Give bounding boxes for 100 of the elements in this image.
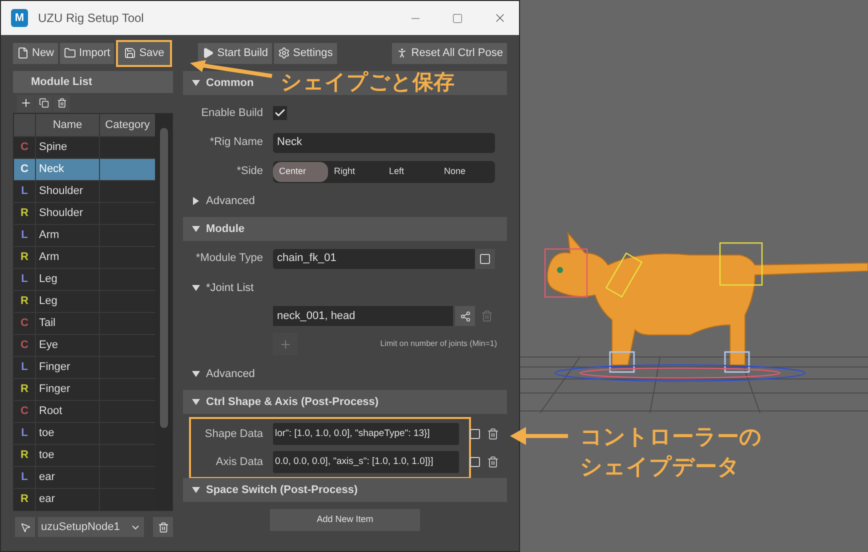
section-title: Common [206, 76, 254, 91]
section-title: Ctrl Shape & Axis (Post-Process) [206, 394, 379, 410]
collapsed-triangle-icon[interactable] [191, 196, 201, 206]
section-header[interactable]: Ctrl Shape & Axis (Post-Process) [183, 390, 507, 414]
text-field[interactable]: chain_fk_01 [273, 248, 475, 268]
browse-button[interactable] [467, 426, 483, 442]
field-label: Enable Build [201, 106, 263, 121]
plus-icon [278, 338, 292, 350]
field-label: *Module Type [196, 251, 263, 266]
annotation-text: コントローラーの シェイプデータ [580, 423, 762, 481]
field-label: Axis Data [216, 454, 263, 470]
side-letter: R [20, 492, 28, 508]
subsection-header[interactable]: Advanced [183, 359, 507, 389]
module-name: Arm [39, 250, 60, 266]
side-letter: L [21, 426, 28, 442]
side-letter: L [21, 184, 28, 200]
toolbar-button[interactable]: Save [116, 40, 172, 66]
side-letter: L [21, 272, 28, 288]
module-row[interactable]: R toe [14, 444, 155, 466]
toolbar-button[interactable]: New [13, 42, 58, 64]
module-row[interactable]: L Arm [14, 224, 155, 246]
section-header[interactable]: Common シェイプごと保存 [183, 71, 507, 95]
subsection-header[interactable]: *Joint List [183, 273, 507, 303]
module-row[interactable]: R Shoulder [14, 202, 155, 224]
expanded-triangle-icon[interactable] [191, 485, 201, 495]
module-name: ear [39, 470, 55, 486]
data-field[interactable]: 0.0, 0.0, 0.0], "axis_s": [1.0, 1.0, 1.0]}] [273, 451, 459, 473]
section-header[interactable]: Space Switch (Post-Process) [183, 478, 507, 502]
module-row[interactable]: C Tail [14, 312, 155, 334]
maximize-icon[interactable] [452, 12, 463, 24]
module-name: Arm [39, 228, 60, 244]
expanded-triangle-icon[interactable] [191, 224, 201, 234]
cursor-icon [20, 522, 30, 532]
toolbar-button[interactable]: Start Build [198, 42, 272, 64]
toolbar-button[interactable]: Settings [274, 42, 337, 64]
module-row[interactable]: C Eye [14, 334, 155, 356]
module-row[interactable]: R Leg [14, 290, 155, 312]
toolbar-button[interactable]: Import [60, 42, 114, 64]
module-row[interactable]: L Leg [14, 268, 155, 290]
module-row[interactable]: L Shoulder [14, 180, 155, 202]
module-name: Shoulder [39, 184, 84, 200]
data-field[interactable]: lor": [1.0, 1.0, 0.0], "shapeType": 13}] [273, 423, 459, 445]
delete-icon[interactable] [487, 428, 499, 440]
annotation-text: シェイプごと保存 [280, 72, 455, 94]
side-letter: C [20, 338, 28, 354]
expanded-triangle-icon[interactable] [191, 397, 201, 407]
browse-button[interactable] [475, 248, 495, 268]
delete-icon[interactable] [487, 456, 499, 468]
side-letter: R [20, 206, 28, 222]
side-letter: R [20, 382, 28, 398]
module-row[interactable]: C Spine [14, 136, 155, 158]
expanded-triangle-icon[interactable] [191, 369, 201, 379]
delete-button[interactable] [153, 517, 173, 537]
pick-button[interactable] [455, 306, 475, 326]
module-row[interactable]: L Finger [14, 356, 155, 378]
save-icon [124, 47, 136, 59]
browse-button[interactable] [467, 454, 483, 470]
toolbar-button[interactable]: Reset All Ctrl Pose [392, 42, 507, 64]
module-row[interactable]: R Finger [14, 378, 155, 400]
expanded-triangle-icon[interactable] [191, 78, 201, 88]
column-header[interactable]: Category [100, 114, 155, 136]
checkbox[interactable] [273, 106, 287, 120]
subsection-header[interactable]: Advanced [183, 186, 507, 216]
window-icon [479, 252, 491, 264]
select-node-button[interactable] [15, 517, 35, 537]
side-option[interactable]: Left [383, 162, 438, 182]
add-button[interactable] [17, 94, 34, 112]
side-option[interactable]: None [438, 162, 493, 182]
module-list-header: Module List [13, 71, 173, 93]
module-name: Eye [39, 338, 58, 354]
side-option[interactable]: Right [328, 162, 383, 182]
field-label: *Side [236, 164, 263, 180]
module-row[interactable]: R ear [14, 488, 155, 510]
module-name: toe [39, 448, 54, 464]
column-header[interactable]: Name [36, 114, 100, 136]
node-dropdown[interactable]: uzuSetupNode1 [38, 517, 144, 537]
module-row[interactable]: L toe [14, 422, 155, 444]
import-icon [64, 47, 76, 59]
module-name: Finger [39, 382, 70, 398]
module-row[interactable]: C Neck [14, 158, 155, 180]
annotation-arrow [508, 424, 570, 448]
module-name: Leg [39, 272, 58, 288]
module-name: Finger [39, 360, 70, 376]
text-field[interactable]: Neck [273, 132, 495, 152]
joint-field[interactable]: neck_001, head [273, 306, 453, 326]
side-letter: C [20, 404, 28, 420]
add-item-button[interactable]: Add New Item [270, 509, 420, 531]
module-row[interactable]: L ear [14, 466, 155, 488]
expanded-triangle-icon[interactable] [191, 283, 201, 293]
section-title: Space Switch (Post-Process) [206, 482, 358, 498]
module-row[interactable]: R Arm [14, 246, 155, 268]
module-row[interactable]: C Root [14, 400, 155, 422]
section-header[interactable]: Module [183, 217, 507, 241]
side-letter: R [20, 294, 28, 310]
delete-button[interactable] [53, 94, 70, 112]
duplicate-button[interactable] [35, 94, 52, 112]
section-title: Module [206, 222, 244, 237]
side-option[interactable]: Center [273, 162, 328, 182]
side-letter: R [20, 250, 28, 266]
module-name: Tail [39, 316, 56, 332]
